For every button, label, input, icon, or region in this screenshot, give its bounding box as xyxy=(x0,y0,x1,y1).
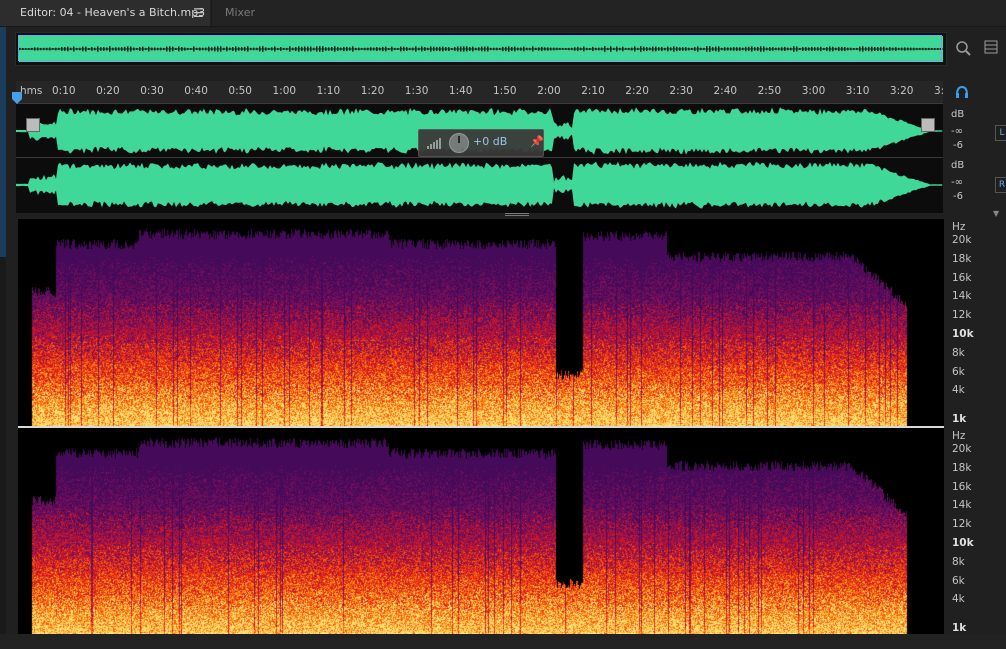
ruler-tick-label: 2:40 xyxy=(713,85,738,97)
db-unit-right: dB xyxy=(951,160,965,171)
ruler-tick-label: 3: xyxy=(934,85,945,97)
ruler-tick-label: 0:30 xyxy=(140,85,164,97)
fade-out-handle[interactable] xyxy=(921,118,935,132)
volume-hud[interactable]: +0 dB 📌 xyxy=(418,129,544,157)
hz-tick-label: 1k xyxy=(952,622,967,635)
spectral-display-left[interactable] xyxy=(18,219,944,426)
hz-tick-label: 4k xyxy=(952,593,965,606)
fade-in-handle[interactable] xyxy=(26,118,40,132)
ruler-tick-label: 0:10 xyxy=(52,85,76,97)
overview-viewport[interactable] xyxy=(18,35,942,61)
ruler-tick-label: 2:50 xyxy=(757,85,782,97)
left-channel-toggle[interactable]: L xyxy=(995,125,1006,141)
hz-tick-label: 18k xyxy=(952,461,972,474)
right-channel-toggle[interactable]: R xyxy=(995,177,1006,193)
hz-tick-label: 6k xyxy=(952,365,965,378)
bottom-toolbar xyxy=(0,634,1006,649)
tab-editor-label: Editor: 04 - Heaven's a Bitch.mp3 xyxy=(20,6,206,19)
hz-tick-label: 12k xyxy=(952,518,972,531)
hz-tick-label: 12k xyxy=(952,309,972,322)
scroll-down-icon[interactable]: ▼ xyxy=(993,209,999,218)
hz-tick-label: 8k xyxy=(952,555,965,568)
ruler-tick-label: 1:10 xyxy=(316,85,341,97)
hz-tick-label: 14k xyxy=(952,290,972,303)
hz-tick-label: 4k xyxy=(952,384,965,397)
hz-tick-label: 20k xyxy=(952,443,972,455)
ruler-tick-label: 3:10 xyxy=(845,85,870,97)
hz-tick-label: 6k xyxy=(952,574,965,587)
ruler-tick-label: 0:50 xyxy=(228,85,252,97)
tab-mixer-label: Mixer xyxy=(225,6,256,19)
ruler-unit: hms xyxy=(20,85,43,97)
playhead-marker[interactable] xyxy=(12,92,22,104)
pin-icon[interactable]: 📌 xyxy=(530,135,544,148)
tab-menu-icon[interactable]: ☰ xyxy=(193,0,204,26)
hz-tick-label: 8k xyxy=(952,346,965,359)
ruler-tick-label: 0:20 xyxy=(96,85,120,97)
ruler-tick-label: 2:10 xyxy=(581,85,605,97)
hz-tick-label: 16k xyxy=(952,480,972,493)
tab-mixer[interactable]: Mixer xyxy=(211,0,279,26)
ruler-tick-label: 2:20 xyxy=(625,85,649,97)
waveform-right-channel xyxy=(16,161,943,209)
panel-edge-lower xyxy=(0,257,6,649)
volume-value[interactable]: +0 dB xyxy=(473,135,507,148)
hz-tick-label: 20k xyxy=(952,234,972,246)
hz-tick-label: 10k xyxy=(952,328,974,340)
db-minus6-left: -6 xyxy=(953,140,963,151)
volume-knob[interactable] xyxy=(449,133,469,153)
ruler-tick-label: 0:40 xyxy=(184,85,208,97)
ruler-tick-label: 1:00 xyxy=(272,85,297,97)
hz-tick-label: 16k xyxy=(952,271,972,284)
zoom-icon[interactable] xyxy=(955,40,971,60)
tab-bar: Editor: 04 - Heaven's a Bitch.mp3 ☰ Mixe… xyxy=(0,0,1006,27)
headphones-icon[interactable] xyxy=(955,85,969,102)
ruler-tick-label: 1:30 xyxy=(404,85,429,97)
hz-tick-label: 10k xyxy=(952,537,974,549)
tab-editor[interactable]: Editor: 04 - Heaven's a Bitch.mp3 ☰ xyxy=(0,0,210,26)
db-neg-inf-right: -∞ xyxy=(951,177,963,188)
db-unit-left: dB xyxy=(951,109,965,120)
channel-divider xyxy=(16,157,943,158)
ruler-tick-label: 3:00 xyxy=(801,85,826,97)
db-minus6-right: -6 xyxy=(953,191,963,202)
ruler-tick-label: 1:20 xyxy=(360,85,385,97)
hz-tick-label: 14k xyxy=(952,499,972,512)
panel-splitter[interactable] xyxy=(505,212,529,216)
panel-edge xyxy=(0,27,6,257)
ruler-tick-label: 3:20 xyxy=(889,85,914,97)
hz-tick-label: 18k xyxy=(952,252,972,265)
level-meter-icon xyxy=(427,138,441,149)
hz-unit-label: Hz xyxy=(952,221,966,233)
db-neg-inf-left: -∞ xyxy=(951,126,963,137)
panel-menu-icon[interactable] xyxy=(984,40,998,58)
hz-unit-label: Hz xyxy=(952,430,966,442)
ruler-tick-label: 1:50 xyxy=(493,85,517,97)
spectral-display-right[interactable] xyxy=(18,428,944,636)
ruler-tick-label: 2:30 xyxy=(669,85,693,97)
ruler-tick-label: 1:40 xyxy=(448,85,473,97)
ruler-tick-label: 2:00 xyxy=(537,85,561,97)
hz-tick-label: 1k xyxy=(952,413,967,426)
